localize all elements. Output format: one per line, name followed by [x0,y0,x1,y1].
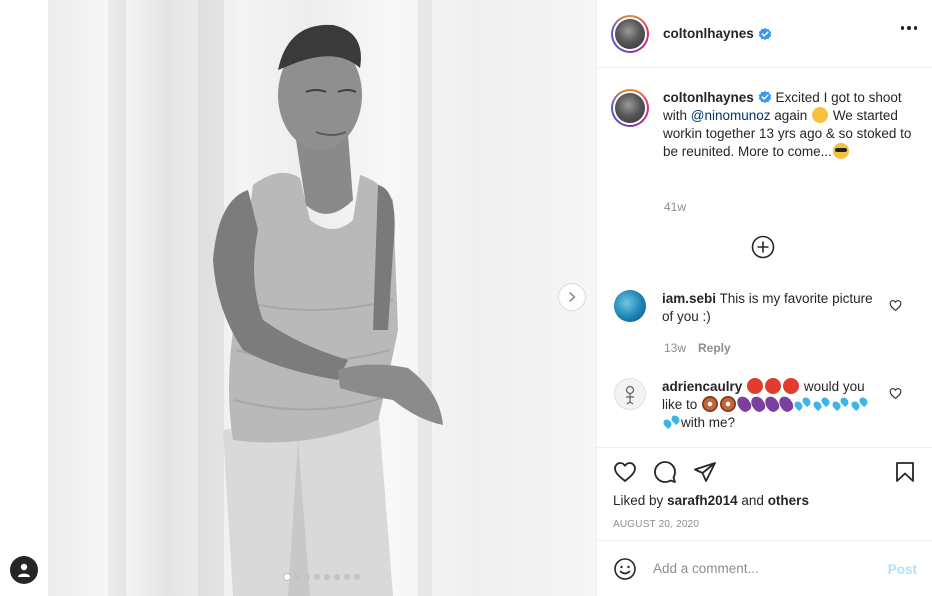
carousel-dot [334,574,340,580]
comment-timestamp[interactable]: 13w [664,341,686,355]
commenter-avatar[interactable] [614,290,646,322]
liked-by-others-link[interactable]: others [768,493,809,508]
caption-mention-link[interactable]: @ninomunoz [691,108,771,123]
user-icon [18,563,30,577]
commenter-avatar[interactable] [614,378,646,410]
caption: coltonlhaynes Excited I got to shoot wit… [611,89,913,161]
angry-face-emoji-icon [783,378,800,394]
comment-text: iam.sebi This is my favorite picture of … [662,290,882,326]
author-avatar[interactable] [611,14,649,53]
smiley-icon[interactable] [613,557,637,581]
more-options-icon[interactable] [900,26,917,30]
angry-face-emoji-icon [765,378,782,394]
caption-avatar[interactable] [611,89,649,127]
photo-subject [213,24,443,596]
caption-text: coltonlhaynes Excited I got to shoot wit… [663,89,913,161]
post-photo[interactable] [48,0,596,596]
comments-scroll-area[interactable]: coltonlhaynes Excited I got to shoot wit… [597,69,932,447]
chevron-right-icon [569,292,576,302]
sunglasses-emoji-icon [832,143,849,159]
add-comment-bar: Add a comment... Post [597,540,932,596]
carousel-dot [294,574,300,580]
verified-badge-icon [758,90,771,104]
sweat-droplets-emoji-icon [663,414,680,430]
comment-text: adriencaulry would you like to with me? [662,378,882,432]
caption-timestamp[interactable]: 41w [664,200,686,214]
comment-meta: 13w Reply [664,341,731,355]
heart-icon[interactable] [889,299,902,312]
send-icon[interactable] [693,460,717,484]
carousel-dot [284,574,290,580]
comment-item: iam.sebi This is my favorite picture of … [611,290,882,326]
angry-face-emoji-icon [747,378,764,394]
plus-circle-icon[interactable] [751,235,775,259]
commenter-username[interactable]: adriencaulry [662,379,742,394]
carousel-dot [324,574,330,580]
liked-by-and: and [741,493,764,508]
eggplant-emoji-icon [776,394,796,414]
sweat-droplets-emoji-icon [794,396,811,412]
comment-body: with me? [681,415,736,430]
profile-button[interactable] [10,556,38,584]
author-username[interactable]: coltonlhaynes [663,26,754,41]
carousel-dot [354,574,360,580]
carousel-dot [344,574,350,580]
post-header: coltonlhaynes [597,0,932,68]
caption-username[interactable]: coltonlhaynes [663,90,754,105]
verified-badge-icon [758,27,771,40]
carousel-next-button[interactable] [558,283,586,311]
bookmark-icon[interactable] [893,460,917,484]
left-gutter [0,0,48,596]
donut-emoji-icon [720,396,737,412]
reply-button[interactable]: Reply [698,341,731,355]
post-details-panel: coltonlhaynes coltonlhaynes Excited I go… [596,0,932,596]
caption-text-part: again [770,108,812,123]
post-actions: Liked by sarafh2014 and others AUGUST 20… [597,447,932,540]
liked-by-user-link[interactable]: sarafh2014 [667,493,738,508]
donut-emoji-icon [702,396,719,412]
liked-by-label: Liked by [613,493,664,508]
post-comment-button[interactable]: Post [888,562,917,577]
carousel-dot [314,574,320,580]
heart-icon[interactable] [889,387,902,400]
smiling-emoji-icon [812,107,829,123]
comment-icon[interactable] [653,460,677,484]
comment-item: adriencaulry would you like to with me? [611,378,882,432]
commenter-username[interactable]: iam.sebi [662,291,716,306]
liked-by-summary: Liked by sarafh2014 and others [613,493,809,508]
post-date[interactable]: AUGUST 20, 2020 [613,519,699,530]
carousel-dot [304,574,310,580]
sweat-droplets-emoji-icon [851,396,868,412]
carousel-indicator [48,574,596,580]
heart-icon[interactable] [613,460,637,484]
sweat-droplets-emoji-icon [832,396,849,412]
sweat-droplets-emoji-icon [813,396,830,412]
